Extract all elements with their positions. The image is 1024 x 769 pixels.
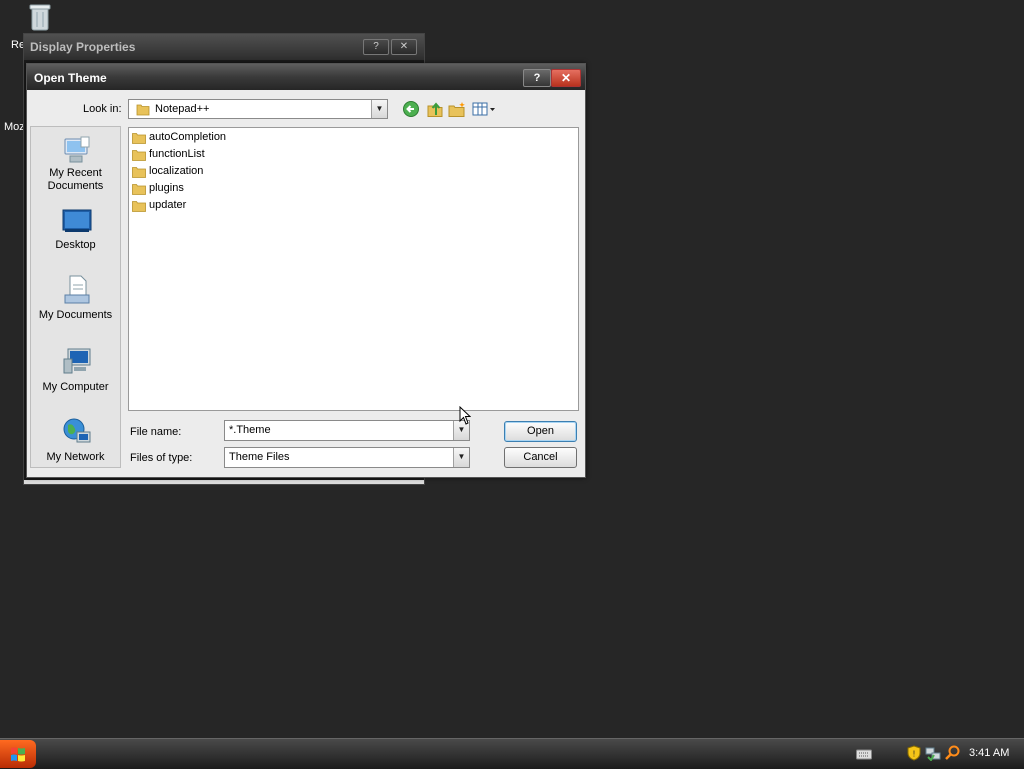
open-theme-dialog: Open Theme ? ✕ Look in: Notepad++ ▼ My R… — [26, 63, 586, 478]
file-name: functionList — [149, 148, 205, 160]
folder-icon — [132, 150, 146, 161]
svg-text:!: ! — [913, 750, 915, 759]
files-of-type-value: Theme Files — [229, 451, 290, 463]
place-label: My Documents — [38, 309, 113, 321]
file-name: plugins — [149, 182, 184, 194]
place-label: My Recent — [49, 167, 102, 179]
my-documents-icon — [64, 275, 90, 304]
places-bar: My Recent Documents Desktop My Documents — [30, 126, 121, 468]
place-label: Documents — [47, 180, 104, 192]
file-list[interactable]: autoCompletion functionList localization… — [128, 127, 579, 411]
place-my-computer[interactable]: My Computer — [31, 347, 120, 411]
folder-icon — [132, 184, 146, 195]
security-shield-icon[interactable]: ! — [906, 745, 922, 761]
folder-icon — [132, 201, 146, 212]
look-in-label: Look in: — [83, 103, 122, 115]
place-label: My Network — [46, 451, 105, 463]
file-name-label: File name: — [130, 426, 182, 438]
taskbar: ! 3:41 AM — [0, 738, 1024, 769]
look-in-value: Notepad++ — [155, 103, 210, 115]
clock[interactable]: 3:41 AM — [969, 747, 1009, 759]
chevron-down-icon[interactable]: ▼ — [453, 448, 469, 467]
mouse-cursor-icon — [459, 406, 471, 425]
dialog-titlebar[interactable]: Open Theme ? ✕ — [27, 64, 585, 90]
close-button[interactable]: ✕ — [391, 39, 417, 55]
place-label: Desktop — [55, 239, 96, 251]
folder-icon — [136, 104, 150, 116]
new-folder-icon[interactable] — [447, 100, 467, 118]
keyboard-icon[interactable] — [856, 748, 872, 760]
place-label: My Computer — [42, 381, 109, 393]
folder-icon — [132, 167, 146, 178]
help-button[interactable]: ? — [523, 69, 551, 87]
folder-icon — [132, 133, 146, 144]
file-name: localization — [149, 165, 204, 177]
my-computer-icon — [63, 348, 91, 374]
search-icon[interactable] — [944, 745, 960, 761]
window-title: Display Properties — [30, 40, 136, 54]
desktop-icon — [62, 209, 92, 232]
look-in-dropdown[interactable]: Notepad++ ▼ — [128, 99, 388, 119]
files-of-type-label: Files of type: — [130, 452, 193, 464]
network-icon[interactable] — [925, 745, 941, 761]
recycle-bin-icon[interactable] — [28, 2, 52, 32]
help-button[interactable]: ? — [363, 39, 389, 55]
windows-logo-icon — [11, 747, 25, 762]
display-properties-titlebar[interactable]: Display Properties ? ✕ — [24, 34, 424, 60]
desktop-icon-label[interactable]: Moz — [4, 121, 25, 133]
recent-documents-icon — [64, 136, 90, 163]
my-network-icon — [63, 418, 91, 443]
file-name: updater — [149, 199, 187, 211]
up-folder-icon[interactable] — [425, 100, 445, 118]
cancel-button[interactable]: Cancel — [504, 447, 577, 468]
close-button[interactable]: ✕ — [551, 69, 581, 87]
place-desktop[interactable]: Desktop — [31, 207, 120, 271]
place-my-documents[interactable]: My Documents — [31, 275, 120, 339]
start-button[interactable] — [0, 740, 36, 768]
place-my-recent-documents[interactable]: My Recent Documents — [31, 135, 120, 199]
open-button[interactable]: Open — [504, 421, 577, 442]
back-arrow-icon[interactable] — [401, 100, 421, 118]
file-name-value: *.Theme — [229, 424, 271, 436]
files-of-type-dropdown[interactable]: Theme Files ▼ — [224, 447, 470, 468]
views-menu-icon[interactable] — [471, 100, 499, 118]
chevron-down-icon[interactable]: ▼ — [371, 100, 387, 118]
dialog-title: Open Theme — [34, 71, 107, 85]
place-my-network[interactable]: My Network — [31, 417, 120, 481]
file-name: autoCompletion — [149, 131, 227, 143]
file-name-field[interactable]: *.Theme ▼ — [224, 420, 470, 441]
